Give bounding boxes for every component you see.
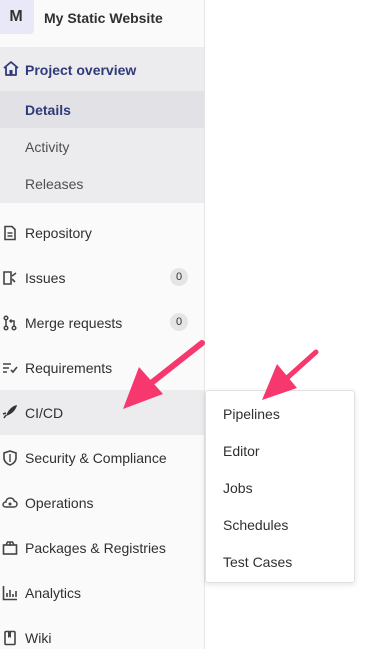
doc-icon: [2, 225, 18, 246]
sidebar-item-cicd[interactable]: CI/CD: [0, 390, 204, 435]
sidebar-subitem-releases[interactable]: Releases: [0, 165, 204, 202]
shield-icon: [2, 450, 18, 471]
sidebar-item-label: Repository: [25, 225, 92, 241]
sidebar-item-security-compliance[interactable]: Security & Compliance: [0, 438, 204, 478]
flyout-item-jobs[interactable]: Jobs: [223, 480, 253, 496]
cloud-icon: [2, 495, 18, 516]
project-avatar[interactable]: M: [0, 0, 34, 34]
issues-count-badge: 0: [170, 268, 188, 286]
sidebar-item-label: Analytics: [25, 585, 82, 601]
sidebar-item-label: Project overview: [25, 62, 137, 78]
issues-icon: [2, 270, 18, 291]
sidebar-item-label: Issues: [25, 270, 66, 286]
cicd-flyout-menu: Pipelines Editor Jobs Schedules Test Cas…: [205, 390, 355, 583]
sidebar-item-requirements[interactable]: Requirements: [0, 348, 204, 388]
sidebar-item-analytics[interactable]: Analytics: [0, 573, 204, 613]
sidebar-item-label: CI/CD: [25, 405, 64, 421]
merge-icon: [2, 315, 18, 336]
flyout-item-editor[interactable]: Editor: [223, 443, 260, 459]
sidebar-item-wiki[interactable]: Wiki: [0, 618, 204, 649]
chart-icon: [2, 585, 18, 606]
sidebar-item-label: Wiki: [25, 630, 52, 646]
sidebar-subitem-activity[interactable]: Activity: [0, 128, 204, 165]
sidebar-item-label: Requirements: [25, 360, 113, 376]
merge-requests-count-badge: 0: [170, 313, 188, 331]
flyout-item-pipelines[interactable]: Pipelines: [223, 406, 280, 422]
project-overview-submenu: Details Activity Releases: [0, 91, 204, 203]
rocket-icon: [2, 404, 18, 425]
flyout-item-test-cases[interactable]: Test Cases: [223, 554, 292, 570]
sidebar-item-repository[interactable]: Repository: [0, 213, 204, 253]
sidebar-item-operations[interactable]: Operations: [0, 483, 204, 523]
book-icon: [2, 630, 18, 649]
home-icon: [2, 60, 20, 83]
sidebar-item-merge-requests[interactable]: Merge requests 0: [0, 303, 204, 343]
sidebar-subitem-details[interactable]: Details: [0, 91, 204, 128]
flyout-item-schedules[interactable]: Schedules: [223, 517, 288, 533]
requirements-icon: [2, 360, 18, 381]
sidebar-item-label: Security & Compliance: [25, 450, 167, 466]
project-title[interactable]: My Static Website: [44, 10, 163, 26]
sidebar-item-label: Operations: [25, 495, 94, 511]
sidebar-item-label: Packages & Registries: [25, 540, 166, 556]
sidebar: M My Static Website Project overview Det…: [0, 0, 205, 649]
package-icon: [2, 540, 18, 561]
sidebar-item-project-overview[interactable]: Project overview: [0, 47, 204, 91]
sidebar-header[interactable]: M My Static Website: [0, 0, 204, 36]
sidebar-item-label: Merge requests: [25, 315, 123, 331]
sidebar-item-packages-registries[interactable]: Packages & Registries: [0, 528, 204, 568]
sidebar-item-issues[interactable]: Issues 0: [0, 258, 204, 298]
